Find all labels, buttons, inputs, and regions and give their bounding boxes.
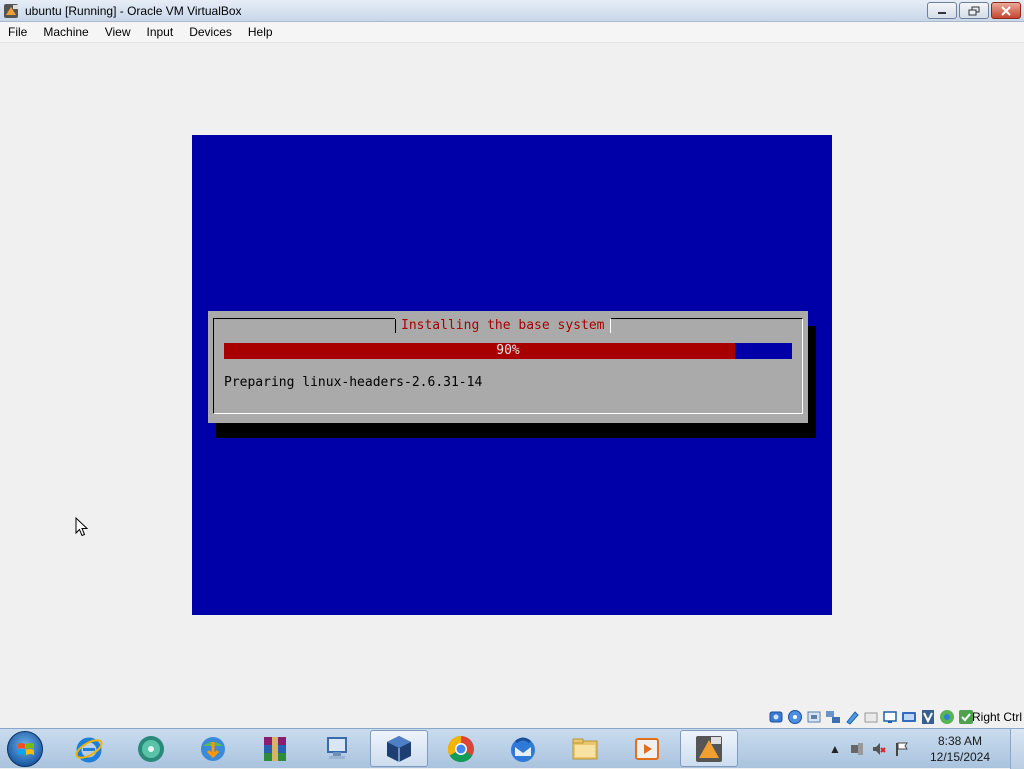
hard-disk-icon[interactable] [768, 709, 784, 725]
media-player-icon [635, 737, 659, 760]
dialog-title: Installing the base system [395, 318, 611, 334]
cd-burner-icon [138, 735, 164, 762]
internet-explorer-icon [75, 737, 103, 762]
installer-dialog: Installing the base system [208, 311, 808, 423]
show-hidden-icons-button[interactable]: ▲ [824, 738, 846, 760]
mouse-pointer-icon [75, 517, 89, 537]
usb-icon[interactable] [844, 709, 860, 725]
menu-devices[interactable]: Devices [181, 22, 240, 43]
taskbar-cd-burner[interactable] [122, 730, 180, 767]
system-clock[interactable]: 8:38 AM 12/15/2024 [916, 733, 1004, 765]
vm-display-area[interactable]: Installing the base system 90% Preparing… [0, 43, 1024, 706]
virtualbox-icon [387, 735, 411, 762]
menu-machine[interactable]: Machine [35, 22, 96, 43]
progress-percentage: 90% [496, 343, 520, 358]
taskbar-thunderbird[interactable] [494, 730, 552, 767]
vt-x-icon[interactable] [920, 709, 936, 725]
optical-drive-icon[interactable] [787, 709, 803, 725]
virtualbox-vm-icon [3, 3, 19, 19]
action-center-icon[interactable] [846, 738, 868, 760]
taskbar-winrar[interactable] [246, 730, 304, 767]
taskbar-virtualbox[interactable] [370, 730, 428, 767]
restore-icon [968, 6, 980, 15]
network-icon[interactable] [825, 709, 841, 725]
install-progress-bar: 90% [224, 343, 792, 359]
taskbar-media-player[interactable] [618, 730, 676, 767]
clock-date: 12/15/2024 [929, 750, 991, 764]
volume-muted-icon[interactable] [868, 738, 890, 760]
vm-status-bar: Right Ctrl [0, 706, 1024, 728]
display-icon[interactable] [882, 709, 898, 725]
thunderbird-icon [511, 737, 535, 762]
menu-bar: File Machine View Input Devices Help [0, 22, 1024, 43]
menu-view[interactable]: View [97, 22, 139, 43]
menu-file[interactable]: File [0, 22, 35, 43]
winrar-icon [264, 736, 286, 761]
ubuntu-vm-icon [696, 735, 722, 762]
download-manager-icon [201, 736, 225, 761]
taskbar: ▲ 8:38 AM 12/15/2024 [0, 728, 1024, 769]
system-tray: ▲ 8:38 AM 12/15/2024 [824, 729, 1024, 769]
windows-logo-icon [18, 743, 34, 755]
taskbar-chrome[interactable] [432, 730, 490, 767]
recording-icon[interactable] [901, 709, 917, 725]
minimize-button[interactable] [927, 2, 957, 19]
show-desktop-button[interactable] [1010, 729, 1024, 769]
close-icon [1001, 5, 1011, 16]
restore-button[interactable] [959, 2, 989, 19]
start-button[interactable] [7, 731, 43, 767]
shared-folders-icon[interactable] [863, 709, 879, 725]
minimize-icon [938, 11, 946, 14]
clock-time: 8:38 AM [937, 734, 983, 748]
taskbar-ubuntu-vm[interactable] [680, 730, 738, 767]
taskbar-download-manager[interactable] [184, 730, 242, 767]
window-titlebar[interactable]: ubuntu [Running] - Oracle VM VirtualBox [0, 0, 1024, 22]
window-title: ubuntu [Running] - Oracle VM VirtualBox [25, 3, 242, 18]
install-status-message: Preparing linux-headers-2.6.31-14 [224, 375, 483, 390]
network-flag-icon[interactable] [890, 738, 912, 760]
taskbar-file-explorer[interactable] [556, 730, 614, 767]
menu-help[interactable]: Help [240, 22, 281, 43]
mouse-integration-icon[interactable] [939, 709, 955, 725]
taskbar-internet-explorer[interactable] [60, 730, 118, 767]
dialog-frame: Installing the base system [213, 318, 803, 414]
chrome-icon [447, 735, 474, 762]
host-key-label: Right Ctrl [971, 710, 1022, 724]
taskbar-remote-desktop[interactable] [308, 730, 366, 767]
audio-icon[interactable] [806, 709, 822, 725]
folder-icon [572, 738, 598, 759]
close-button[interactable] [991, 2, 1021, 19]
vm-screen[interactable]: Installing the base system 90% Preparing… [192, 135, 832, 615]
menu-input[interactable]: Input [139, 22, 182, 43]
remote-desktop-icon [327, 736, 347, 759]
